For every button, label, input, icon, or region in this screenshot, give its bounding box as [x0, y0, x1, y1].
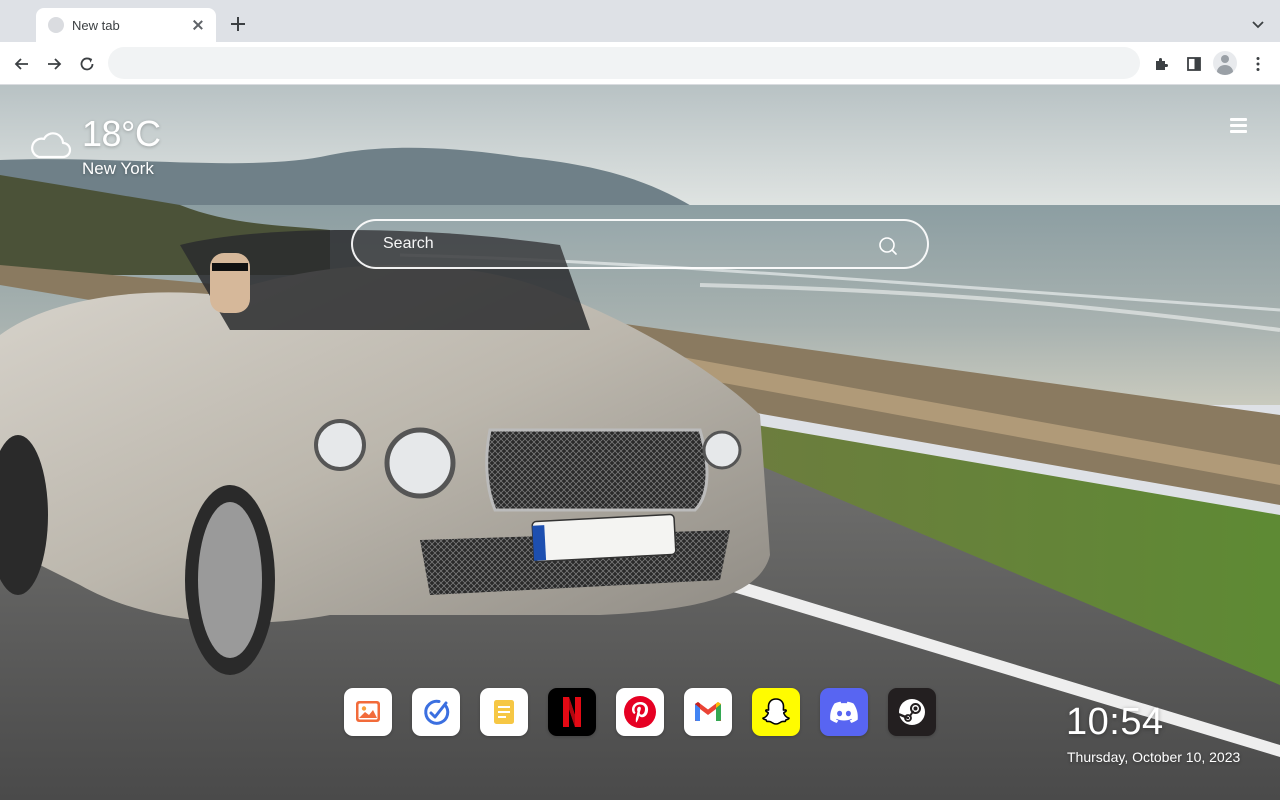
- weather-widget[interactable]: 18°C New York: [30, 113, 230, 183]
- back-button[interactable]: [10, 52, 34, 76]
- steam-icon: [898, 699, 925, 725]
- netflix-icon: [563, 697, 581, 727]
- tab-close-icon[interactable]: [190, 17, 206, 33]
- tab-new-tab[interactable]: New tab: [36, 8, 216, 42]
- cloud-icon: [31, 132, 72, 159]
- browser-toolbar: [0, 42, 1280, 85]
- weather-temperature: 18°C: [82, 113, 161, 154]
- new-tab-button[interactable]: [228, 14, 248, 34]
- discord-icon: [830, 701, 858, 723]
- tab-title: New tab: [72, 17, 120, 33]
- dock-app-snapchat[interactable]: [752, 688, 800, 736]
- dock-app-steam[interactable]: [888, 688, 936, 736]
- snapchat-icon: [762, 698, 790, 725]
- dock-app-pinterest[interactable]: [616, 688, 664, 736]
- hamburger-icon: [1230, 118, 1247, 121]
- photo-icon: [356, 701, 380, 722]
- kebab-menu-icon: [1256, 57, 1260, 71]
- search-bar: [351, 219, 929, 269]
- puzzle-icon: [1156, 58, 1168, 70]
- app-dock: [344, 688, 944, 736]
- search-input[interactable]: [383, 231, 863, 257]
- settings-menu-button[interactable]: [1229, 117, 1249, 135]
- side-panel-button[interactable]: [1182, 52, 1206, 76]
- tab-favicon-icon: [48, 17, 64, 33]
- clock-time: 10:54: [1066, 701, 1164, 743]
- check-icon: [424, 699, 450, 725]
- clock-date: Thursday, October 10, 2023: [1067, 749, 1241, 765]
- notes-icon: [494, 700, 514, 724]
- weather-city: New York: [82, 159, 154, 178]
- search-icon[interactable]: [877, 235, 899, 257]
- tab-search-chevron-icon[interactable]: [1248, 14, 1268, 34]
- reload-button[interactable]: [75, 52, 99, 76]
- chrome-menu-button[interactable]: [1246, 52, 1270, 76]
- dock-app-discord[interactable]: [820, 688, 868, 736]
- tab-strip: New tab: [0, 0, 1280, 42]
- dock-app-tasks[interactable]: [412, 688, 460, 736]
- new-tab-page: 18°C New York Search 10:54 Thursday, Oct…: [0, 85, 1280, 800]
- extensions-button[interactable]: [1150, 52, 1174, 76]
- side-panel-icon: [1187, 57, 1201, 71]
- reload-icon: [80, 57, 94, 71]
- dock-app-gmail[interactable]: [684, 688, 732, 736]
- gmail-icon: [695, 702, 721, 721]
- dock-app-notes[interactable]: [480, 688, 528, 736]
- dock-app-netflix[interactable]: [548, 688, 596, 736]
- pinterest-icon: [624, 696, 656, 728]
- profile-avatar[interactable]: [1213, 51, 1237, 75]
- forward-arrow-icon: [48, 58, 62, 70]
- dock-app-photos[interactable]: [344, 688, 392, 736]
- forward-button[interactable]: [42, 52, 66, 76]
- back-arrow-icon: [14, 58, 28, 70]
- address-bar-input[interactable]: [108, 47, 1140, 79]
